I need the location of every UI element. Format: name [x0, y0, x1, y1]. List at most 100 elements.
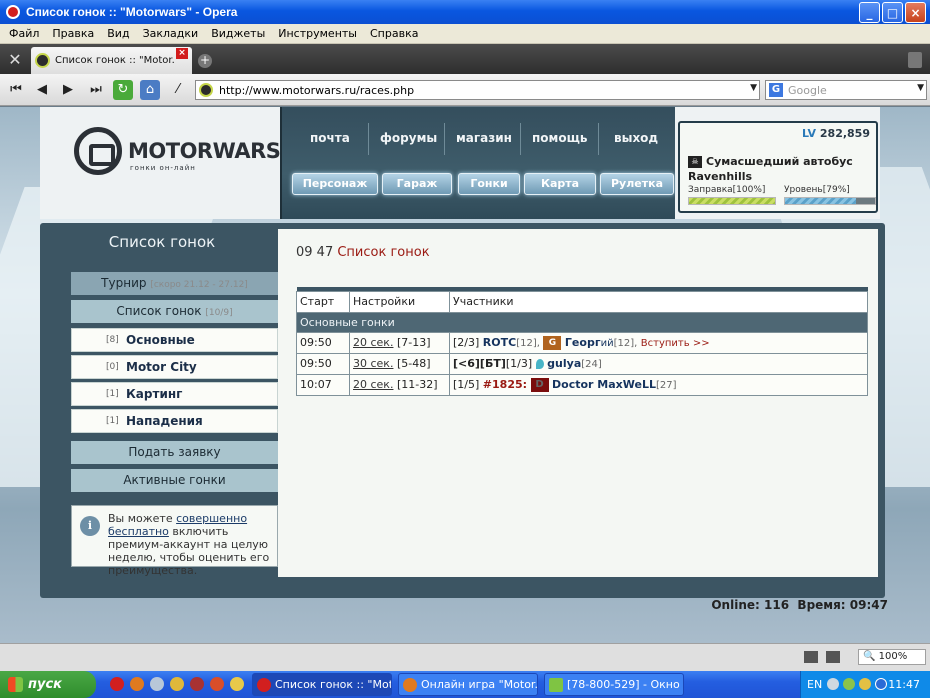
- races-button[interactable]: Гонки: [458, 173, 520, 195]
- windows-flag-icon: [8, 677, 23, 692]
- search-field[interactable]: G Google ▼: [765, 80, 927, 100]
- menu-tools[interactable]: Инструменты: [278, 27, 357, 40]
- rewind-icon[interactable]: ⏮: [6, 80, 26, 100]
- money-display: LV 282,859: [802, 127, 870, 140]
- window-titlebar: Список гонок :: "Motorwars" - Opera _ □ …: [0, 0, 930, 24]
- level-bar-fill: [785, 198, 857, 204]
- zoom-control[interactable]: 🔍 100%: [858, 649, 926, 665]
- address-field[interactable]: http://www.motorwars.ru/races.php ▼: [195, 80, 760, 100]
- status-bar: 🔍 100%: [0, 643, 930, 671]
- clan-tag: [<6][БТ]: [453, 357, 506, 370]
- sidebar-item-attacks[interactable]: [1] Нападения: [71, 409, 278, 433]
- maximize-button[interactable]: □: [882, 2, 903, 23]
- google-icon: G: [769, 83, 783, 97]
- start-button[interactable]: пуск: [0, 671, 96, 698]
- menu-file[interactable]: Файл: [9, 27, 39, 40]
- garage-button[interactable]: Гараж: [382, 173, 452, 195]
- premium-info: i Вы можете совершенно бесплатно включит…: [71, 505, 278, 577]
- roulette-button[interactable]: Рулетка: [600, 173, 674, 195]
- group-header: Основные гонки: [296, 311, 868, 333]
- panel-icon[interactable]: [804, 651, 818, 663]
- player-name[interactable]: Ravenhills: [688, 170, 752, 183]
- tools-icon[interactable]: ✕: [4, 49, 26, 71]
- menu-edit[interactable]: Правка: [52, 27, 94, 40]
- player-link[interactable]: ROTC: [483, 336, 516, 349]
- app-icon[interactable]: [230, 677, 244, 691]
- main-navigation: почта форумы магазин помощь выход Персон…: [280, 107, 675, 219]
- reload-icon[interactable]: ↻: [113, 80, 133, 100]
- active-races-button[interactable]: Активные гонки: [71, 469, 278, 492]
- system-tray: EN 11:47: [800, 671, 930, 698]
- premium-link-2[interactable]: бесплатно: [108, 525, 169, 538]
- chevron-down-icon[interactable]: ▼: [750, 83, 757, 93]
- tray-icon[interactable]: [843, 678, 855, 690]
- menu-widgets[interactable]: Виджеты: [211, 27, 265, 40]
- menu-view[interactable]: Вид: [107, 27, 129, 40]
- search-placeholder: Google: [788, 83, 827, 97]
- race-settings-link[interactable]: 30 сек.: [353, 357, 393, 370]
- opera-icon: [6, 5, 20, 19]
- web-page: MOTORWARS.RU гонки он-лайн почта форумы …: [0, 107, 930, 643]
- firefox-icon[interactable]: [130, 677, 144, 691]
- apply-button[interactable]: Подать заявку: [71, 441, 278, 464]
- player-link[interactable]: Doctor MaxWeLL: [552, 378, 656, 391]
- home-icon[interactable]: ⌂: [140, 80, 160, 100]
- back-icon[interactable]: ◀: [32, 80, 52, 100]
- menu-bookmarks[interactable]: Закладки: [143, 27, 199, 40]
- sidebar-races-list[interactable]: Список гонок [10/9]: [71, 300, 278, 323]
- close-button[interactable]: ×: [905, 2, 926, 23]
- tab-races[interactable]: Список гонок :: "Motor... ×: [31, 47, 192, 74]
- sidebar-item-motor-city[interactable]: [0] Motor City: [71, 355, 278, 379]
- camera-icon[interactable]: [826, 651, 840, 663]
- tray-icon[interactable]: [859, 678, 871, 690]
- minimize-button[interactable]: _: [859, 2, 880, 23]
- chevron-down-icon[interactable]: ▼: [917, 83, 924, 93]
- premium-link[interactable]: совершенно: [176, 512, 247, 525]
- app-icon[interactable]: [210, 677, 224, 691]
- sidebar-tournament[interactable]: Турнир [скоро 21.12 - 27.12]: [71, 272, 278, 295]
- tray-icon[interactable]: [827, 678, 839, 690]
- taskbar-item-chat[interactable]: [78-800-529] - Окно ...: [544, 673, 684, 696]
- menu-bar: Файл Правка Вид Закладки Виджеты Инструм…: [0, 24, 930, 44]
- menu-help[interactable]: Справка: [370, 27, 418, 40]
- nav-shop[interactable]: магазин: [456, 131, 512, 145]
- url-text: http://www.motorwars.ru/races.php: [219, 83, 415, 97]
- sidebar-item-main[interactable]: [8] Основные: [71, 328, 278, 352]
- wand-icon[interactable]: ⁄: [168, 80, 188, 100]
- trash-icon[interactable]: [908, 52, 922, 68]
- forward-icon[interactable]: ▶: [58, 80, 78, 100]
- avatar: G: [543, 335, 562, 350]
- new-tab-button[interactable]: +: [198, 54, 212, 68]
- app-icon[interactable]: [150, 677, 164, 691]
- page-title: 09 47 Список гонок: [296, 245, 430, 260]
- character-button[interactable]: Персонаж: [292, 173, 378, 195]
- opera-icon: [257, 678, 271, 692]
- header-participants: Участники: [449, 290, 868, 313]
- nav-help[interactable]: помощь: [532, 131, 587, 145]
- map-button[interactable]: Карта: [524, 173, 596, 195]
- tray-icon[interactable]: [875, 678, 887, 690]
- nav-logout[interactable]: выход: [614, 131, 658, 145]
- tab-label: Список гонок :: "Motor...: [55, 55, 175, 66]
- taskbar-item-opera[interactable]: Список гонок :: "Mot...: [252, 673, 392, 696]
- fast-forward-icon[interactable]: ⏭: [86, 80, 106, 100]
- online-status: Online: 116 Время: 09:47: [711, 598, 888, 612]
- race-settings-link[interactable]: 20 сек.: [353, 378, 393, 391]
- sidebar-item-karting[interactable]: [1] Картинг: [71, 382, 278, 406]
- language-indicator[interactable]: EN: [807, 678, 822, 691]
- race-settings-link[interactable]: 20 сек.: [353, 336, 393, 349]
- player-link[interactable]: Георг: [565, 336, 601, 349]
- taskbar-item-firefox[interactable]: Онлайн игра "Motor...: [398, 673, 538, 696]
- join-race-link[interactable]: Вступить >>: [641, 338, 710, 349]
- app-icon[interactable]: [170, 677, 184, 691]
- nav-mail[interactable]: почта: [310, 131, 350, 145]
- opera-icon[interactable]: [110, 677, 124, 691]
- tab-close-button[interactable]: ×: [176, 48, 188, 59]
- nav-forums[interactable]: форумы: [380, 131, 437, 145]
- header-start: Старт: [296, 290, 350, 313]
- app-icon[interactable]: [190, 677, 204, 691]
- player-link[interactable]: gulya: [547, 357, 581, 370]
- car-name[interactable]: ☠ Сумасшедший автобус: [688, 155, 853, 168]
- site-favicon-icon: [199, 83, 213, 97]
- address-toolbar: ⏮ ◀ ▶ ⏭ ↻ ⌂ ⁄ http://www.motorwars.ru/ra…: [0, 74, 930, 106]
